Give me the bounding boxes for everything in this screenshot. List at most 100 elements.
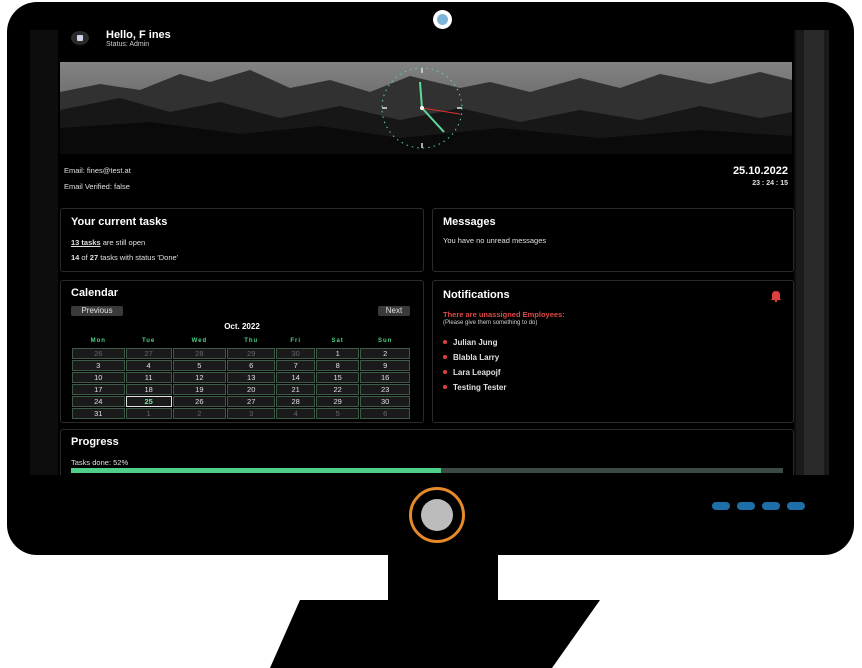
calendar-grid: Mon Tue Wed Thu Fri Sat Sun 26 27 28 29 30 1 2 3 4 5 6 7 8… <box>71 334 411 420</box>
progress-label: Tasks done: 52% <box>71 458 129 467</box>
calendar-day[interactable]: 3 <box>72 360 125 371</box>
calendar-day[interactable]: 25 <box>125 396 172 407</box>
weekday-label: Sun <box>378 338 393 344</box>
calendar-day[interactable]: 26 <box>72 348 125 359</box>
calendar-day[interactable]: 15 <box>315 372 360 383</box>
employee-item[interactable]: Lara Leapojf <box>443 368 507 377</box>
unassigned-alert: There are unassigned Employees: <box>443 310 565 319</box>
calendar-day[interactable]: 7 <box>276 360 315 371</box>
previous-month-button[interactable]: Previous <box>71 306 123 316</box>
status-led <box>712 502 730 510</box>
weekday-label: Mon <box>90 338 106 344</box>
calendar-day[interactable]: 24 <box>72 396 125 407</box>
notifications-title: Notifications <box>443 289 510 301</box>
calendar-day[interactable]: 6 <box>226 360 276 371</box>
calendar-day[interactable]: 6 <box>360 408 410 419</box>
scrollbar[interactable] <box>796 30 829 475</box>
tasks-card: Your current tasks 13 tasks are still op… <box>60 208 424 272</box>
calendar-day[interactable]: 5 <box>315 408 360 419</box>
monitor-screen: Hello, F ines Status: Admin Email: fines… <box>30 30 829 475</box>
email-text: Email: fines@test.at <box>64 166 131 175</box>
open-tasks-suffix: are still open <box>100 238 146 247</box>
avatar-icon[interactable] <box>71 31 89 45</box>
weekday-label: Fri <box>290 338 302 344</box>
calendar-day[interactable]: 17 <box>72 384 125 395</box>
calendar-day[interactable]: 21 <box>276 384 315 395</box>
current-time: 23 : 24 : 15 <box>752 180 788 187</box>
power-button-icon[interactable] <box>409 487 465 543</box>
weekday-label: Wed <box>191 338 208 344</box>
status-led <box>787 502 805 510</box>
bell-icon[interactable] <box>769 290 783 302</box>
calendar-day[interactable]: 27 <box>125 348 172 359</box>
calendar-day[interactable]: 2 <box>360 348 410 359</box>
calendar-day[interactable]: 1 <box>315 348 360 359</box>
next-month-button[interactable]: Next <box>378 306 410 316</box>
calendar-day[interactable]: 10 <box>72 372 125 383</box>
messages-card: Messages You have no unread messages <box>432 208 794 272</box>
calendar-day[interactable]: 13 <box>226 372 276 383</box>
calendar-day[interactable]: 23 <box>360 384 410 395</box>
open-tasks-line: 13 tasks are still open <box>71 238 145 247</box>
calendar-day[interactable]: 5 <box>172 360 226 371</box>
calendar-week: 3456789 <box>72 360 410 371</box>
calendar-day[interactable]: 20 <box>226 384 276 395</box>
calendar-day[interactable]: 12 <box>172 372 226 383</box>
calendar-day[interactable]: 9 <box>360 360 410 371</box>
weekday-label: Thu <box>244 338 259 344</box>
calendar-day[interactable]: 28 <box>172 348 226 359</box>
calendar-day[interactable]: 14 <box>276 372 315 383</box>
calendar-day[interactable]: 3 <box>226 408 276 419</box>
calendar-day[interactable]: 19 <box>172 384 226 395</box>
monitor-stand-base <box>270 600 600 668</box>
employee-item[interactable]: Testing Tester <box>443 383 507 392</box>
calendar-week: 24 25 26 27 28 29 30 <box>72 396 410 407</box>
calendar-day[interactable]: 30 <box>276 348 315 359</box>
calendar-day[interactable]: 28 <box>276 396 315 407</box>
calendar-day[interactable]: 30 <box>360 396 410 407</box>
email-verified-text: Email Verified: false <box>64 182 130 191</box>
calendar-day[interactable]: 26 <box>172 396 226 407</box>
calendar-day[interactable]: 2 <box>172 408 226 419</box>
calendar-day[interactable]: 11 <box>125 372 172 383</box>
done-tasks-line: 14 of 27 tasks with status 'Done' <box>71 253 178 262</box>
calendar-day[interactable]: 1 <box>125 408 172 419</box>
calendar-day[interactable]: 29 <box>315 396 360 407</box>
status-led <box>737 502 755 510</box>
calendar-day[interactable]: 31 <box>72 408 125 419</box>
progress-track <box>71 468 783 473</box>
calendar-day[interactable]: 16 <box>360 372 410 383</box>
status-led <box>762 502 780 510</box>
account-card: Email: fines@test.at Email Verified: fal… <box>60 62 792 198</box>
calendar-day[interactable]: 18 <box>125 384 172 395</box>
current-date: 25.10.2022 <box>732 165 788 177</box>
calendar-card: Calendar Previous Next Oct. 2022 Mon Tue W… <box>60 280 424 423</box>
messages-title: Messages <box>443 216 496 228</box>
progress-card: Progress Tasks done: 52% <box>60 429 794 475</box>
calendar-day[interactable]: 4 <box>276 408 315 419</box>
employee-item[interactable]: Julian Jung <box>443 338 507 347</box>
calendar-day[interactable]: 27 <box>226 396 276 407</box>
calendar-week: 10 11 12 13 14 15 16 <box>72 372 410 383</box>
weekday-label: Sat <box>331 338 344 344</box>
employee-item[interactable]: Blabla Larry <box>443 353 507 362</box>
greeting: Hello, F ines <box>106 30 171 41</box>
calendar-day[interactable]: 4 <box>125 360 172 371</box>
progress-fill <box>71 468 442 473</box>
notifications-card: Notifications There are unassigned Emplo… <box>432 280 794 423</box>
progress-title: Progress <box>71 436 119 448</box>
mountain-banner <box>60 62 792 154</box>
done-suffix: tasks with status 'Done' <box>98 253 179 262</box>
employee-list: Julian Jung Blabla Larry Lara Leapojf Te… <box>443 338 507 398</box>
calendar-day[interactable]: 22 <box>315 384 360 395</box>
calendar-day[interactable]: 8 <box>315 360 360 371</box>
calendar-week: 26 27 28 29 30 1 2 <box>72 348 410 359</box>
messages-text: You have no unread messages <box>443 236 547 245</box>
calendar-title: Calendar <box>71 287 119 299</box>
calendar-week: 17 18 19 20 21 22 23 <box>72 384 410 395</box>
tasks-title: Your current tasks <box>71 216 168 228</box>
calendar-day[interactable]: 29 <box>226 348 276 359</box>
analog-clock <box>381 67 463 149</box>
open-tasks-link[interactable]: 13 tasks <box>71 238 101 247</box>
weekday-label: Tue <box>142 338 156 344</box>
